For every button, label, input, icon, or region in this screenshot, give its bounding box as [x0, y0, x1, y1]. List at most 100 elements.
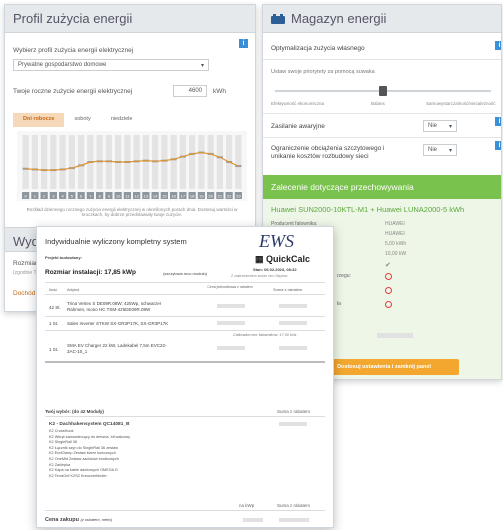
- battery-icon: [271, 14, 285, 24]
- hour-tick-label: 12: [134, 194, 139, 199]
- chevron-down-icon: ▾: [448, 124, 452, 130]
- hour-tick-label: 21: [218, 194, 223, 199]
- hour-slider-track[interactable]: [207, 135, 214, 189]
- hour-tick-label: 10: [116, 194, 121, 199]
- panel-title: Magazyn energii: [291, 11, 387, 26]
- emergency-select[interactable]: Nie ▾: [423, 120, 457, 132]
- price-placeholder: [377, 333, 413, 338]
- slider-mid-label: Balans: [371, 101, 385, 106]
- slider-left-label: Efektywność ekonomiczna: [271, 101, 325, 106]
- check-icon: ✔: [385, 262, 391, 269]
- slider-right-label: Samowystarczalność/niezależność: [426, 101, 496, 106]
- priority-label: Ustaw swoje priorytety za pomocą suwaka: [271, 69, 375, 75]
- sum-placeholder: [279, 304, 307, 308]
- unit-price-placeholder: [217, 304, 245, 308]
- tab-saturdays[interactable]: soboty: [64, 113, 100, 127]
- hour-slider-track[interactable]: [22, 135, 29, 189]
- col-qty: Ilość: [49, 287, 58, 292]
- hour-slider-track[interactable]: [216, 135, 223, 189]
- hour-tick-label: 20: [208, 194, 213, 199]
- price-sum-label: Suma z rabatem: [277, 503, 311, 508]
- day-type-tabs: Dni robocze soboty niedziele: [13, 113, 142, 127]
- hour-tick-label: 19: [199, 194, 204, 199]
- priority-slider[interactable]: [275, 86, 491, 96]
- per-kwp-placeholder: [243, 518, 263, 522]
- hour-slider-track[interactable]: [189, 135, 196, 189]
- component-item: K2 TerraGrif K2SZ Kreuzverbinder: [49, 473, 107, 478]
- mounting-system-name: K2 - Dachhakensystem QC14081_B: [49, 422, 130, 427]
- mounting-choice-label: Twój wybór: (do 42 Moduły): [45, 409, 104, 414]
- hour-slider-track[interactable]: [50, 135, 57, 189]
- project-label: Projekt budowlany:: [45, 255, 82, 260]
- quote-document: Indywidualnie wyliczony kompletny system…: [36, 226, 334, 528]
- hour-slider-track[interactable]: [41, 135, 48, 189]
- kv-value: HUAWEI: [385, 221, 405, 227]
- annual-consumption-value: 4600: [188, 88, 202, 94]
- unit-price-placeholder: [217, 346, 245, 350]
- sum-placeholder: [279, 346, 307, 350]
- info-icon[interactable]: i: [495, 41, 501, 50]
- hour-slider-track[interactable]: [170, 135, 177, 189]
- kv-value: 5,00 kWh: [385, 241, 407, 247]
- recommendation-title: Zalecenie dotyczące przechowywania: [271, 182, 414, 192]
- kv-value: 10,00 kW: [385, 251, 407, 257]
- tab-sundays[interactable]: niedziele: [101, 113, 143, 127]
- info-icon[interactable]: i: [239, 39, 248, 48]
- annual-consumption-unit: kWh: [213, 88, 226, 95]
- hour-slider-track[interactable]: [235, 135, 242, 189]
- quickcalc-text: QuickCalc: [266, 254, 311, 264]
- slider-labels: Efektywność ekonomiczna Balans Samowysta…: [271, 101, 496, 106]
- item-qty: 42 St.: [49, 305, 61, 310]
- purchase-price-label: Cena zakupu (z rabatem, netto): [45, 517, 112, 523]
- hourly-consumption-chart[interactable]: 0 1 2 3 4 5 6 7 8 9 10 11 12 13 14 15 16 17 18 19 20 21 22 23: [17, 131, 247, 201]
- item-name: 3AC-10_1: [67, 349, 88, 354]
- peak-select[interactable]: Nie ▾: [423, 144, 457, 156]
- document-title: Indywidualnie wyliczony kompletny system: [45, 237, 187, 246]
- info-icon[interactable]: i: [495, 117, 501, 126]
- status-label: ła: [337, 301, 341, 307]
- hour-tick-label: 14: [153, 194, 158, 199]
- quickcalc-logo: ▦ QuickCalc: [255, 254, 311, 264]
- slider-handle[interactable]: [379, 86, 387, 96]
- hour-slider-track[interactable]: [179, 135, 186, 189]
- hour-tick-label: 23: [236, 194, 241, 199]
- mounting-choice-sum-label: Suma z rabatem: [277, 409, 311, 414]
- status-label: rzegu:: [337, 273, 351, 279]
- peak-label-line2: unikanie kosztów rozbudowy sieci: [271, 153, 369, 160]
- installation-size-note: (szczytowa moc modułu): [163, 271, 208, 276]
- chart-caption: Rozkład dziennego rocznego zużycia energ…: [26, 207, 238, 217]
- chevron-down-icon: ▾: [200, 63, 204, 69]
- hour-tick-label: 16: [171, 194, 176, 199]
- info-icon[interactable]: i: [495, 141, 501, 150]
- hour-slider-track[interactable]: [59, 135, 66, 189]
- hour-tick-label: 17: [181, 194, 186, 199]
- hour-slider-track[interactable]: [68, 135, 75, 189]
- cross-circle-icon: [385, 301, 392, 310]
- chevron-down-icon: ▾: [448, 148, 452, 154]
- peak-value: Nie: [428, 147, 438, 153]
- hour-slider-track[interactable]: [78, 135, 85, 189]
- hour-slider-track[interactable]: [142, 135, 149, 189]
- hour-slider-track[interactable]: [198, 135, 205, 189]
- profile-select[interactable]: Prywatne gospodarstwo domowe ▾: [13, 59, 209, 71]
- item-name: Trina Vertex S DE09R.08W; 425Wp, schwarz…: [67, 301, 162, 306]
- col-article: Artykuł: [67, 287, 80, 292]
- date-note: Z zastrzeżeniem zmian cen i błędów: [231, 274, 288, 278]
- col-per-kwp: na kWp: [239, 503, 255, 508]
- hour-slider-track[interactable]: [161, 135, 168, 189]
- yield-note: (zgodnie T: [13, 270, 37, 276]
- hour-slider-track[interactable]: [31, 135, 38, 189]
- item-name: Sales Inverter STKW SX-GR3P17K, SX-GR3P1…: [67, 321, 169, 326]
- item-name: Rahmen, mono HC TSM-425DE09R.08W: [67, 307, 151, 312]
- tab-weekdays[interactable]: Dni robocze: [13, 113, 65, 127]
- item-qty: 1 St.: [49, 321, 59, 326]
- annual-consumption-input[interactable]: 4600: [173, 85, 207, 97]
- profile-label: Wybierz profil zużycia energii elektrycz…: [13, 47, 134, 54]
- panel-title: Profil zużycia energii: [13, 11, 133, 26]
- total-inverter-power: Całkowita moc falowników: 17,00 kVa: [233, 333, 297, 337]
- peak-label-line1: Ograniczenie obciążenia szczytowego i: [271, 145, 385, 152]
- cross-circle-icon: [385, 287, 392, 296]
- purchase-price-text: Cena zakupu: [45, 517, 79, 523]
- unit-price-placeholder: [217, 321, 245, 325]
- hour-tick-label: 22: [227, 194, 232, 199]
